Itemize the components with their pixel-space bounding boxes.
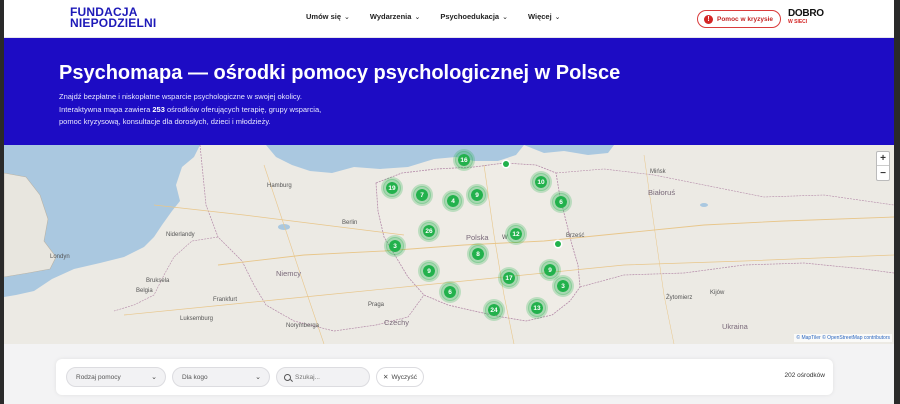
map-cluster-marker[interactable]: 13 bbox=[528, 299, 546, 317]
hero-line-2-pre: Interaktywna mapa zawiera bbox=[59, 104, 153, 114]
map-label-berlin: Berlin bbox=[342, 220, 358, 226]
partner-logo-subtext: W SIECI bbox=[788, 19, 808, 25]
search-icon bbox=[284, 373, 291, 381]
map-cluster-marker[interactable]: 8 bbox=[469, 245, 487, 263]
map-label-norymberga: Norymberga bbox=[286, 323, 320, 329]
partner-logo[interactable]: DOBRO W SIECI bbox=[788, 9, 824, 27]
chevron-down-icon: ⌄ bbox=[255, 374, 261, 381]
map-label-belgia: Belgia bbox=[136, 288, 153, 294]
map-cluster-marker[interactable]: 3 bbox=[554, 277, 572, 295]
hero-banner: Psychomapa — ośrodki pomocy psychologicz… bbox=[4, 38, 894, 145]
map-cluster-marker[interactable]: 7 bbox=[413, 186, 431, 204]
map-cluster-marker[interactable]: 24 bbox=[485, 301, 503, 319]
map-cluster-marker[interactable]: 19 bbox=[383, 179, 401, 197]
chevron-down-icon: ⌄ bbox=[344, 14, 350, 21]
map-label-frankfurt: Frankfurt bbox=[213, 297, 238, 303]
help-type-select[interactable]: Rodzaj pomocy ⌄ bbox=[66, 367, 166, 387]
clear-filters-button[interactable]: ✕ Wyczyść bbox=[376, 367, 424, 387]
map-label-niderlandy: Niderlandy bbox=[166, 232, 195, 238]
search-field[interactable] bbox=[276, 367, 370, 387]
map-label-niemcy: Niemcy bbox=[276, 269, 302, 278]
chevron-down-icon: ⌄ bbox=[414, 14, 421, 21]
map-cluster-marker[interactable]: 6 bbox=[441, 283, 459, 301]
map-single-marker[interactable] bbox=[503, 161, 509, 167]
map-cluster-marker[interactable]: 3 bbox=[386, 237, 404, 255]
crisis-help-button[interactable]: ! Pomoc w kryzysie bbox=[697, 10, 781, 28]
hero-description: Znajdź bezpłatne i niskopłatne wsparcie … bbox=[59, 91, 359, 129]
map-label-bialorus: Białoruś bbox=[648, 188, 676, 197]
map-basemap bbox=[4, 145, 894, 344]
map-single-marker[interactable] bbox=[555, 241, 561, 247]
alert-icon: ! bbox=[704, 14, 713, 24]
menu-item-label: Psychoedukacja bbox=[440, 12, 500, 21]
map-attribution: © MapTiler © OpenStreetMap contributors bbox=[794, 334, 892, 342]
menu-item-label: Umów się bbox=[306, 12, 342, 21]
window-edge-right bbox=[894, 0, 900, 404]
map-label-luksemburg: Luksemburg bbox=[180, 316, 214, 322]
close-icon: ✕ bbox=[382, 374, 389, 381]
search-input[interactable] bbox=[295, 373, 365, 381]
result-count: 202 ośrodków bbox=[784, 372, 825, 379]
map-zoom-control: + − bbox=[876, 151, 890, 181]
map-cluster-marker[interactable]: 26 bbox=[420, 222, 438, 240]
page-title: Psychomapa — ośrodki pomocy psychologicz… bbox=[59, 62, 621, 84]
map-label-brzesc: Brześć bbox=[566, 233, 585, 239]
map-label-czechy: Czechy bbox=[384, 318, 410, 327]
osm-link[interactable]: © OpenStreetMap contributors bbox=[822, 335, 890, 341]
map-label-hamburg: Hamburg bbox=[267, 183, 292, 189]
chevron-down-icon: ⌄ bbox=[502, 14, 508, 21]
zoom-in-button[interactable]: + bbox=[877, 152, 889, 166]
menu-item-label: Więcej bbox=[527, 12, 552, 21]
map-label-minsk: Mińsk bbox=[650, 169, 666, 175]
main-menu: Umów się ⌄ Wydarzenia ⌄ Psychoedukacja ⌄ Wi… bbox=[306, 12, 581, 21]
map-cluster-marker[interactable]: 10 bbox=[532, 173, 550, 191]
map-label-kijow: Kijów bbox=[710, 290, 725, 296]
menu-item-wiecej[interactable]: Więcej ⌄ bbox=[528, 12, 561, 21]
site-logo[interactable]: FUNDACJA NIEPODZIELNI bbox=[70, 6, 157, 30]
center-count: 253 bbox=[152, 104, 165, 114]
audience-select-value: Dla kogo bbox=[182, 373, 208, 381]
map-label-polska: Polska bbox=[466, 233, 489, 242]
logo-line-2: NIEPODZIELNI bbox=[70, 16, 157, 30]
window-edge-left bbox=[0, 0, 4, 404]
map-cluster-marker[interactable]: 17 bbox=[500, 269, 518, 287]
filter-bar: Rodzaj pomocy ⌄ Dla kogo ⌄ ✕ Wyczyść 202… bbox=[56, 359, 833, 395]
menu-item-umow-sie[interactable]: Umów się ⌄ bbox=[306, 12, 350, 21]
map-label-ukraina: Ukraina bbox=[722, 322, 748, 331]
hero-line-2-post: ośrodków oferujących terapię, grupy wspa… bbox=[164, 104, 322, 114]
psychomap-map[interactable]: Hamburg Berlin Niderlandy Londyn Niemcy … bbox=[4, 145, 894, 344]
crisis-help-label: Pomoc w kryzysie bbox=[717, 15, 773, 23]
map-cluster-marker[interactable]: 6 bbox=[552, 193, 570, 211]
top-navigation: FUNDACJA NIEPODZIELNI Umów się ⌄ Wydarzen… bbox=[4, 0, 894, 38]
hero-line-3: pomoc kryzysową, konsultacje dla dorosły… bbox=[59, 117, 271, 126]
map-label-praga: Praga bbox=[368, 302, 385, 308]
map-label-zytomierz: Żytomierz bbox=[666, 295, 693, 301]
chevron-down-icon: ⌄ bbox=[151, 374, 157, 381]
map-cluster-marker[interactable]: 9 bbox=[420, 262, 438, 280]
clear-filters-label: Wyczyść bbox=[391, 373, 418, 381]
menu-item-wydarzenia[interactable]: Wydarzenia ⌄ bbox=[370, 12, 420, 21]
map-cluster-marker[interactable]: 16 bbox=[455, 151, 473, 169]
map-label-bruksela: Bruksela bbox=[146, 278, 170, 284]
hero-line-1: Znajdź bezpłatne i niskopłatne wsparcie … bbox=[59, 92, 302, 101]
chevron-down-icon: ⌄ bbox=[554, 14, 561, 21]
zoom-out-button[interactable]: − bbox=[877, 166, 889, 180]
map-cluster-marker[interactable]: 9 bbox=[468, 186, 486, 204]
map-cluster-marker[interactable]: 4 bbox=[444, 192, 462, 210]
maptiler-link[interactable]: © MapTiler bbox=[796, 335, 820, 341]
map-cluster-marker[interactable]: 12 bbox=[507, 225, 525, 243]
map-label-londyn: Londyn bbox=[50, 254, 70, 260]
menu-item-psychoedukacja[interactable]: Psychoedukacja ⌄ bbox=[440, 12, 508, 21]
audience-select[interactable]: Dla kogo ⌄ bbox=[172, 367, 270, 387]
map-cluster-marker[interactable]: 9 bbox=[541, 261, 559, 279]
menu-item-label: Wydarzenia bbox=[369, 12, 412, 21]
help-type-select-value: Rodzaj pomocy bbox=[76, 373, 121, 381]
page: FUNDACJA NIEPODZIELNI Umów się ⌄ Wydarzen… bbox=[0, 0, 900, 404]
